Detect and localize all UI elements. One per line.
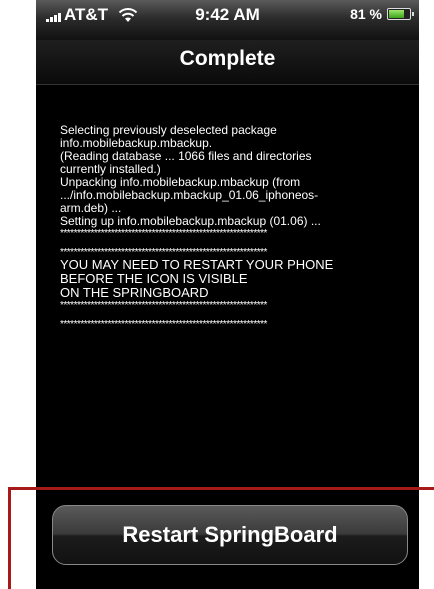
separator-line: ****************************************… bbox=[60, 319, 267, 330]
phone-screen: AT&T 9:42 AM 81 % Complete Selecting pre bbox=[36, 0, 419, 589]
annotation-line-horizontal bbox=[8, 487, 434, 490]
battery-icon bbox=[387, 8, 414, 20]
page: AT&T 9:42 AM 81 % Complete Selecting pre bbox=[0, 0, 434, 589]
annotation-line-vertical bbox=[8, 487, 11, 589]
warning-line: ON THE SPRINGBOARD bbox=[60, 285, 209, 300]
output-log: Selecting previously deselected package … bbox=[60, 124, 390, 331]
warning-line: YOU MAY NEED TO RESTART YOUR PHONE bbox=[60, 257, 334, 272]
navigation-bar: Complete bbox=[36, 40, 419, 85]
battery-percent: 81 % bbox=[350, 6, 382, 22]
separator-line: ****************************************… bbox=[60, 300, 267, 311]
warning-line: BEFORE THE ICON IS VISIBLE bbox=[60, 271, 248, 286]
battery-fill bbox=[389, 10, 404, 18]
battery-group: 81 % bbox=[350, 6, 414, 22]
battery-tip bbox=[412, 12, 414, 16]
restart-springboard-button[interactable]: Restart SpringBoard bbox=[52, 505, 408, 565]
status-bar: AT&T 9:42 AM 81 % bbox=[36, 0, 419, 40]
separator-line: ****************************************… bbox=[60, 228, 267, 239]
page-title: Complete bbox=[179, 47, 276, 70]
log-line: Setting up info.mobilebackup.mbackup (01… bbox=[60, 214, 321, 228]
